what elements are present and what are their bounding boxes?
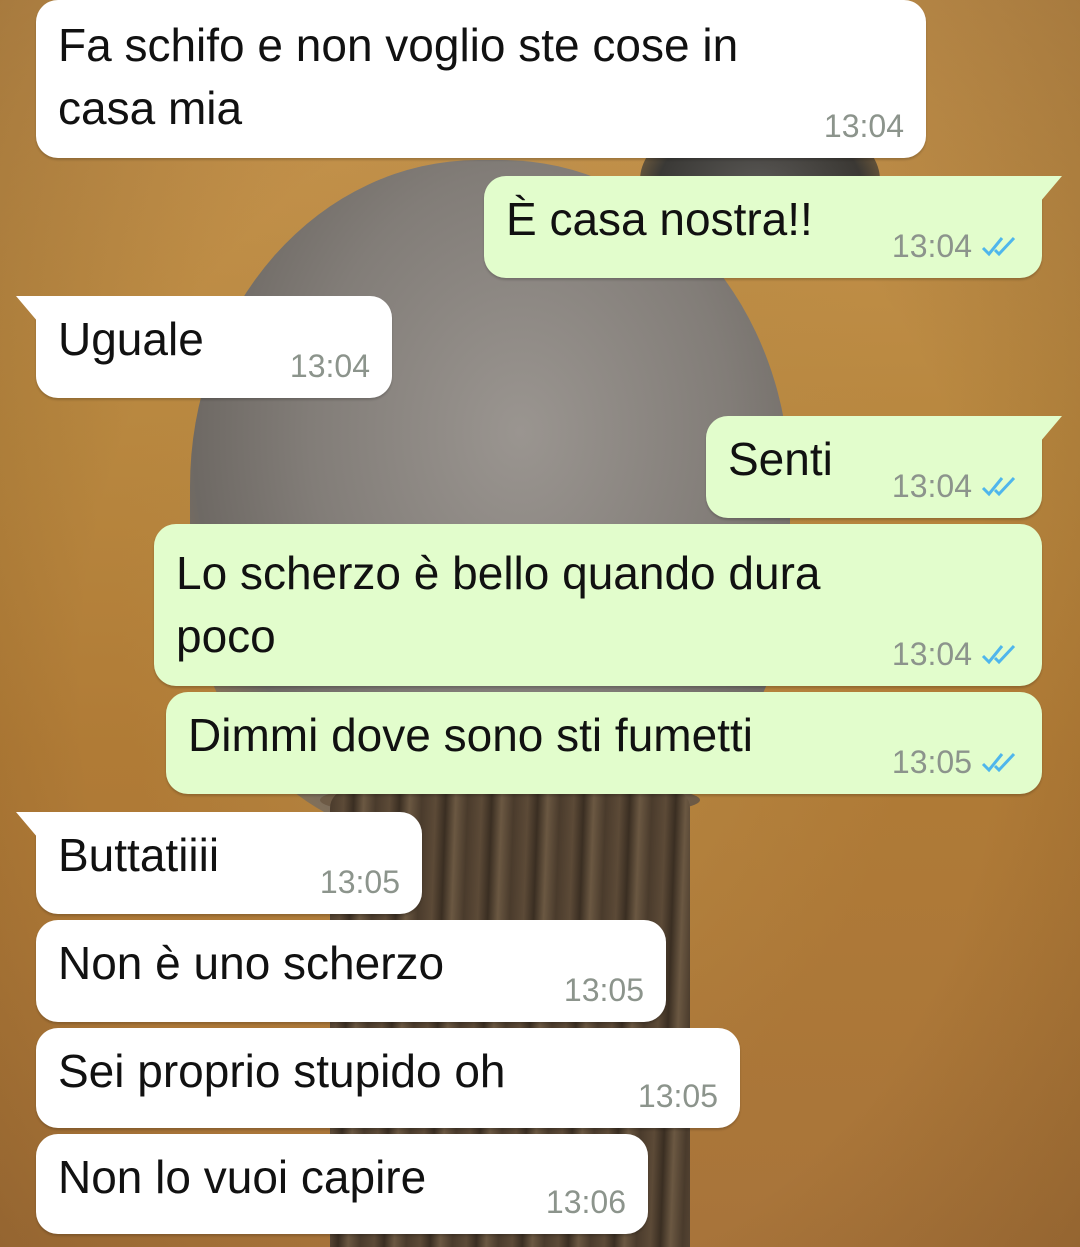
message-time: 13:04 [289,348,370,384]
message-meta: 13:05 [320,864,400,900]
message-meta: 13:06 [546,1184,626,1220]
message-bubble-incoming[interactable]: Buttatiiii 13:05 [16,812,422,914]
message-time: 13:05 [563,972,644,1008]
message-bubble-incoming[interactable]: Uguale 13:04 [16,296,392,398]
message-bubble-incoming[interactable]: Sei proprio stupido oh 13:05 [36,1028,740,1128]
message-meta: 13:04 [892,636,1020,672]
message-bubble-outgoing[interactable]: Dimmi dove sono sti fumetti 13:05 [166,692,1042,794]
message-time: 13:04 [891,636,972,672]
message-meta: 13:04 [824,108,904,144]
message-time: 13:05 [637,1078,718,1114]
double-check-icon [980,233,1020,259]
double-check-icon [980,473,1020,499]
message-meta: 13:04 [892,468,1020,504]
message-meta: 13:04 [290,348,370,384]
message-time: 13:04 [891,228,972,264]
message-meta: 13:04 [892,228,1020,264]
message-list: Fa schifo e non voglio ste cose in casa … [0,0,1080,1247]
double-check-icon [980,749,1020,775]
message-time: 13:05 [319,864,400,900]
message-text: Fa schifo e non voglio ste cose in casa … [58,19,739,134]
message-meta: 13:05 [564,972,644,1008]
message-bubble-incoming[interactable]: Non lo vuoi capire 13:06 [36,1134,648,1234]
message-text: Non lo vuoi capire [58,1151,427,1203]
message-time: 13:04 [891,468,972,504]
message-time: 13:04 [823,108,904,144]
message-text: Non è uno scherzo [58,937,445,989]
message-bubble-incoming[interactable]: Fa schifo e non voglio ste cose in casa … [36,0,926,158]
message-bubble-outgoing[interactable]: Senti 13:04 [706,416,1062,518]
message-bubble-outgoing[interactable]: È casa nostra!! 13:04 [484,176,1062,278]
message-bubble-outgoing[interactable]: Lo scherzo è bello quando dura poco 13:0… [154,524,1042,686]
double-check-icon [980,641,1020,667]
message-meta: 13:05 [892,744,1020,780]
message-time: 13:05 [891,744,972,780]
message-meta: 13:05 [638,1078,718,1114]
message-text: Sei proprio stupido oh [58,1045,506,1097]
message-time: 13:06 [545,1184,626,1220]
message-bubble-incoming[interactable]: Non è uno scherzo 13:05 [36,920,666,1022]
